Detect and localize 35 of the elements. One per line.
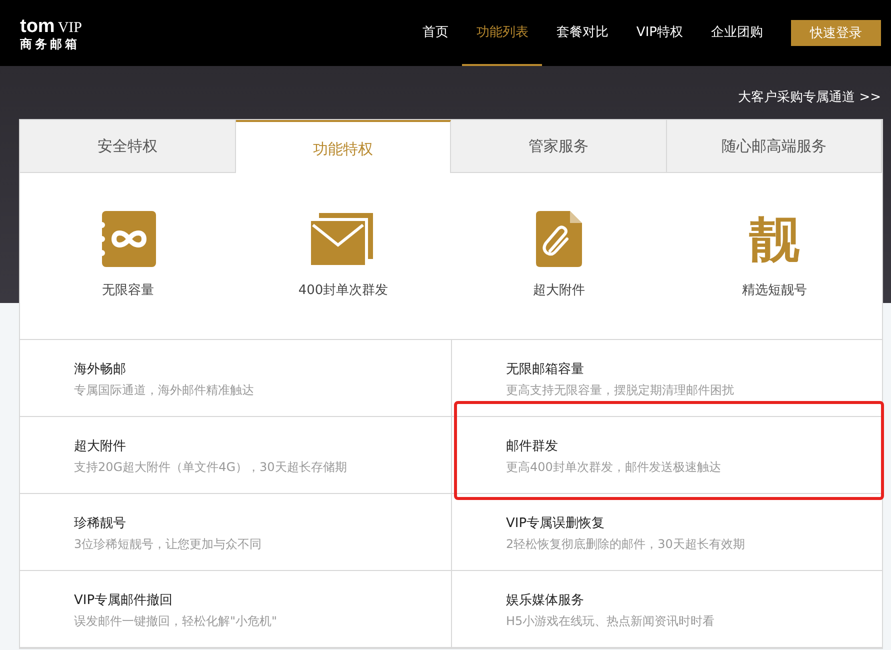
nav-link[interactable]: 套餐对比 bbox=[542, 0, 622, 66]
feature-description: 专属国际通道，海外邮件精准触达 bbox=[74, 382, 255, 399]
logo-brand: tom bbox=[20, 16, 55, 36]
feature-description: 支持20G超大附件（单文件4G），30天超长存储期 bbox=[74, 459, 348, 476]
feature-description: 更高400封单次群发，邮件发送极速触达 bbox=[506, 459, 722, 476]
logo-subtitle: 商务邮箱 bbox=[20, 38, 81, 50]
feature-description: 3位珍稀短靓号，让您更加与众不同 bbox=[74, 536, 263, 553]
paperclip-document-icon bbox=[536, 211, 582, 267]
feature-title: 无限邮箱容量 bbox=[506, 361, 585, 378]
feature-title: 邮件群发 bbox=[506, 438, 559, 455]
feature-title: VIP专属误删恢复 bbox=[506, 515, 606, 532]
feature-title: VIP专属邮件撤回 bbox=[74, 592, 174, 609]
feature-description: H5小游戏在线玩、热点新闻资讯时时看 bbox=[506, 613, 716, 630]
infinity-notebook-icon bbox=[100, 211, 156, 267]
nav-link[interactable]: 首页 bbox=[408, 0, 462, 66]
feature-description: 误发邮件一键撤回，轻松化解"小危机" bbox=[74, 613, 278, 630]
tab[interactable]: 安全特权 bbox=[20, 120, 236, 173]
nav-link[interactable]: 企业团购 bbox=[697, 0, 777, 66]
tab[interactable]: 随心邮高端服务 bbox=[666, 120, 882, 173]
logo-vip-text: VIP bbox=[58, 20, 82, 36]
feature-title: 珍稀靓号 bbox=[74, 515, 127, 532]
feature-description: 2轻松恢复彻底删除的邮件，30天超长有效期 bbox=[506, 536, 746, 553]
feature-title: 海外畅邮 bbox=[74, 361, 127, 378]
feature-description: 更高支持无限容量，摆脱定期清理邮件困扰 bbox=[506, 382, 735, 399]
feature-label: 精选短靓号 bbox=[742, 282, 807, 299]
tab[interactable]: 管家服务 bbox=[451, 120, 666, 173]
envelope-icon bbox=[311, 213, 376, 265]
feature-label: 400封单次群发 bbox=[298, 282, 388, 299]
enterprise-link[interactable]: 大客户采购专属通道 >> bbox=[738, 88, 881, 119]
nav-link[interactable]: VIP特权 bbox=[622, 0, 697, 66]
feature-title: 娱乐媒体服务 bbox=[506, 592, 585, 609]
pretty-number-icon: 靓 bbox=[749, 211, 800, 267]
feature-label: 无限容量 bbox=[102, 282, 154, 299]
feature-label: 超大附件 bbox=[532, 282, 585, 299]
feature-title: 超大附件 bbox=[74, 438, 127, 455]
